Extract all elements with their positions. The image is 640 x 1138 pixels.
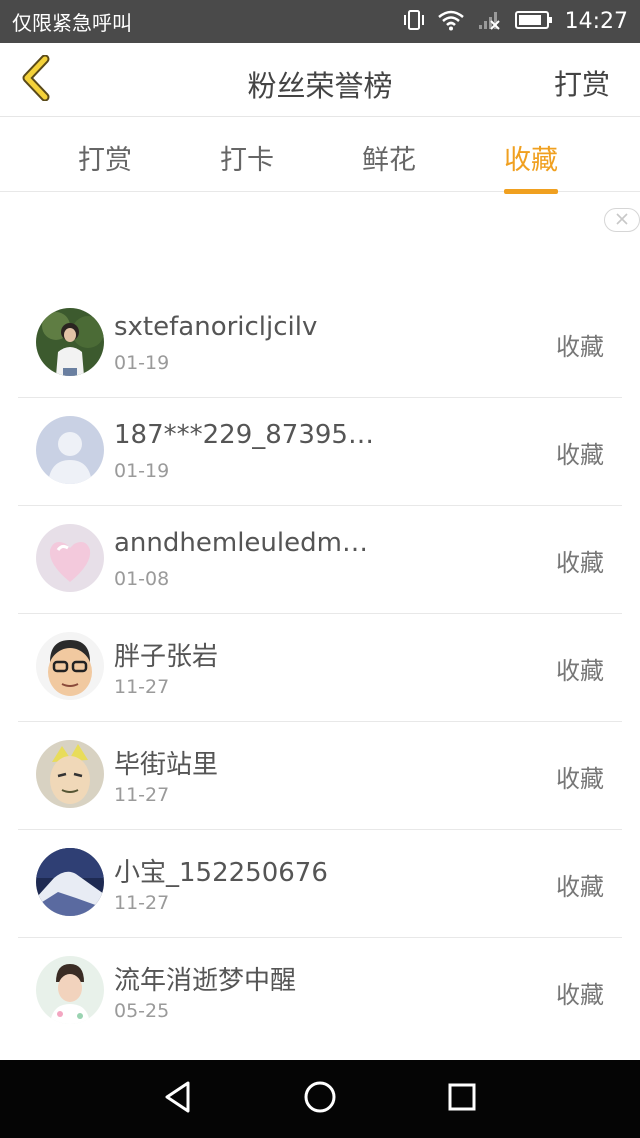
status-time: 14:27 [564,9,628,34]
status-icons: 14:27 [403,0,628,43]
header: 粉丝荣誉榜 打赏 [0,43,640,117]
page-title: 粉丝荣誉榜 [247,69,393,103]
tab-bar: 打赏 打卡 鲜花 收藏 [0,118,640,194]
tab-label: 打卡 [220,145,274,176]
favorite-label: 收藏 [556,981,604,1009]
item-date: 01-19 [114,352,170,374]
fan-list: sxtefanoricljcilv 01-19 收藏 187***229_873… [18,290,622,1046]
favorite-label: 收藏 [556,657,604,685]
active-tab-indicator [504,189,558,194]
avatar[interactable] [36,308,104,376]
tab-label: 收藏 [504,145,558,176]
nav-recents-button[interactable] [442,1079,482,1119]
list-item[interactable]: anndhemleuledm… 01-08 收藏 [18,506,622,614]
tab-reward[interactable]: 打赏 [78,138,132,177]
list-item[interactable]: 胖子张岩 11-27 收藏 [18,614,622,722]
home-circle-icon [303,1080,337,1118]
favorite-label: 收藏 [556,873,604,901]
battery-icon [514,10,553,34]
tab-label: 打赏 [78,145,132,176]
tab-flowers[interactable]: 鲜花 [362,138,416,177]
ad-close-button[interactable] [604,208,640,232]
chevron-left-icon [19,54,53,105]
item-date: 05-25 [114,1000,170,1022]
favorite-label: 收藏 [556,441,604,469]
favorite-label: 收藏 [556,549,604,577]
list-item[interactable]: 小宝_152250676 11-27 收藏 [18,830,622,938]
item-date: 11-27 [114,676,170,698]
user-name: 流年消逝梦中醒 [114,966,297,996]
item-date: 11-27 [114,784,170,806]
close-icon [615,211,629,230]
back-button[interactable] [12,54,60,105]
list-item[interactable]: 187***229_87395… 01-19 收藏 [18,398,622,506]
avatar[interactable] [36,524,104,592]
list-item[interactable]: 流年消逝梦中醒 05-25 收藏 [18,938,622,1046]
reward-button[interactable]: 打赏 [554,63,610,103]
user-name: 187***229_87395… [114,420,374,450]
avatar[interactable] [36,632,104,700]
user-name: 毕街站里 [114,750,219,780]
vibrate-icon [403,8,425,36]
tab-checkin[interactable]: 打卡 [220,138,274,177]
tab-label: 鲜花 [362,145,416,176]
list-item[interactable]: 毕街站里 11-27 收藏 [18,722,622,830]
list-item[interactable]: sxtefanoricljcilv 01-19 收藏 [18,290,622,398]
user-name: 胖子张岩 [114,642,219,672]
item-date: 01-08 [114,568,170,590]
favorite-label: 收藏 [556,333,604,361]
nav-back-button[interactable] [158,1079,198,1119]
user-name: 小宝_152250676 [114,858,328,888]
tab-favorites[interactable]: 收藏 [504,138,558,194]
favorite-label: 收藏 [556,765,604,793]
nav-home-button[interactable] [300,1079,340,1119]
avatar[interactable] [36,848,104,916]
status-bar: 仅限紧急呼叫 14:27 [0,0,640,43]
user-name: sxtefanoricljcilv [114,312,318,342]
carrier-text: 仅限紧急呼叫 [12,11,132,35]
avatar[interactable] [36,956,104,1024]
recents-square-icon [446,1081,478,1117]
item-date: 11-27 [114,892,170,914]
wifi-icon [437,9,465,35]
back-triangle-icon [162,1080,194,1118]
avatar[interactable] [36,416,104,484]
item-date: 01-19 [114,460,170,482]
no-signal-icon [477,9,503,35]
system-nav-bar [0,1060,640,1138]
user-name: anndhemleuledm… [114,528,368,558]
avatar[interactable] [36,740,104,808]
